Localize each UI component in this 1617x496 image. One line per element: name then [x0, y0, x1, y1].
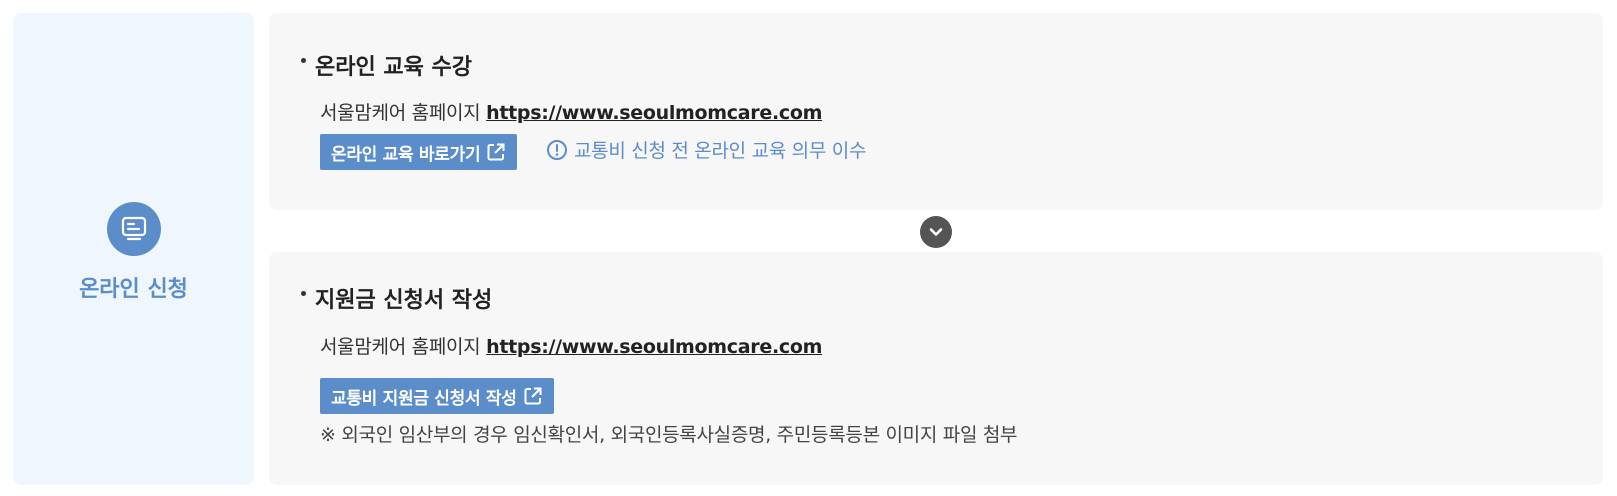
sidebar-title: 온라인 신청: [79, 276, 188, 302]
external-link-icon: [486, 142, 506, 162]
homepage-line: 서울맘케어 홈페이지 https://www.seoulmomcare.com: [320, 336, 823, 358]
bullet-icon: [301, 290, 306, 296]
sidebar-panel: 온라인 신청: [13, 13, 254, 485]
bullet-icon: [301, 57, 306, 63]
foreigner-notice: ※ 외국인 임산부의 경우 임신확인서, 외국인등록사실증명, 주민등록등본 이…: [320, 424, 1018, 446]
step-title: 온라인 교육 수강: [301, 49, 472, 81]
step-application-form: 지원금 신청서 작성 서울맘케어 홈페이지 https://www.seoulm…: [269, 252, 1603, 485]
step-title: 지원금 신청서 작성: [301, 282, 492, 314]
application-form-button[interactable]: 교통비 지원금 신청서 작성: [320, 378, 554, 414]
online-education-button[interactable]: 온라인 교육 바로가기: [320, 134, 518, 170]
application-steps: 온라인 신청 온라인 교육 수강 서울맘케어 홈페이지 https://www.…: [0, 0, 1617, 496]
homepage-link[interactable]: https://www.seoulmomcare.com: [486, 336, 822, 358]
chevron-down-icon: [920, 216, 952, 248]
homepage-link[interactable]: https://www.seoulmomcare.com: [486, 102, 822, 124]
monitor-icon: [106, 201, 161, 256]
step-online-education: 온라인 교육 수강 서울맘케어 홈페이지 https://www.seoulmo…: [269, 13, 1603, 210]
education-notice: 교통비 신청 전 온라인 교육 의무 이수: [546, 136, 866, 163]
homepage-line: 서울맘케어 홈페이지 https://www.seoulmomcare.com: [320, 102, 823, 124]
external-link-icon: [523, 386, 543, 406]
alert-circle-icon: [546, 139, 568, 161]
